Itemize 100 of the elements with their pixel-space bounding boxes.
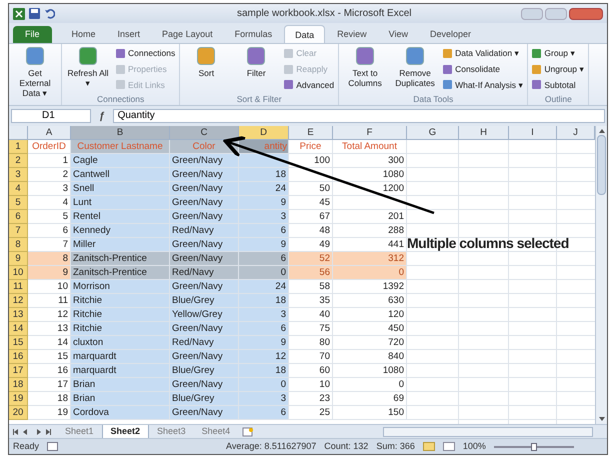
row-header[interactable]: 9 <box>9 252 28 266</box>
table-cell: Brian <box>71 392 170 406</box>
horizontal-scrollbar[interactable] <box>383 426 593 436</box>
sheet-tab[interactable]: Sheet2 <box>102 425 150 438</box>
table-cell: 56 <box>289 266 333 280</box>
save-icon[interactable] <box>29 8 40 19</box>
column-header[interactable]: H <box>459 126 509 140</box>
row-header[interactable]: 13 <box>9 308 28 322</box>
ribbon-button[interactable]: Remove Duplicates <box>393 47 438 88</box>
ribbon-group-label: Outline <box>544 93 573 105</box>
ribbon-button[interactable]: Data Validation ▾ <box>443 47 524 60</box>
table-cell: Green/Navy <box>170 168 239 182</box>
ribbon-tab[interactable]: Developer <box>420 25 482 43</box>
zoom-slider-thumb[interactable] <box>530 442 537 450</box>
table-cell: 24 <box>239 280 289 294</box>
column-header[interactable]: C <box>170 126 239 140</box>
row-header[interactable]: 16 <box>9 350 28 364</box>
ribbon-tab[interactable]: Formulas <box>224 25 282 43</box>
scroll-down-icon[interactable] <box>598 417 604 421</box>
row-header[interactable]: 19 <box>9 392 28 406</box>
column-header[interactable]: A <box>28 126 71 140</box>
row-header[interactable]: 4 <box>9 182 28 196</box>
table-cell: Zanitsch-Prentice <box>71 266 170 280</box>
column-header[interactable]: I <box>509 126 557 140</box>
row-header[interactable]: 7 <box>9 224 28 238</box>
tool-icon <box>356 47 374 65</box>
column-header[interactable]: J <box>557 126 595 140</box>
ribbon-button[interactable]: Group ▾ <box>532 47 584 60</box>
ribbon-button[interactable]: What-If Analysis ▾ <box>443 78 524 92</box>
ribbon-button[interactable]: Consolidate <box>443 62 524 76</box>
normal-view-icon[interactable] <box>422 442 435 451</box>
ribbon-button[interactable]: Get External Data ▾ <box>13 47 57 98</box>
row-header[interactable]: 3 <box>9 168 28 182</box>
ribbon-button[interactable]: Ungroup ▾ <box>532 62 584 76</box>
row-header[interactable]: 1 <box>9 140 28 154</box>
scroll-up-icon[interactable] <box>598 129 604 133</box>
row-header[interactable]: 18 <box>9 378 28 392</box>
ribbon-button[interactable]: Connections <box>116 47 176 60</box>
row-header[interactable]: 10 <box>9 266 28 280</box>
ribbon-button[interactable]: Filter <box>234 47 278 78</box>
column-header[interactable]: G <box>407 126 459 140</box>
minimize-button[interactable] <box>521 8 543 20</box>
row-header[interactable]: 11 <box>9 280 28 294</box>
maximize-button[interactable] <box>545 8 567 20</box>
table-cell: Morrison <box>71 280 170 294</box>
ribbon-tab[interactable]: Review <box>327 25 377 43</box>
sheet-tab[interactable]: Sheet1 <box>57 425 102 438</box>
select-all-corner[interactable] <box>9 126 28 140</box>
ribbon-button[interactable]: Refresh All ▾ <box>66 47 110 88</box>
table-cell: Green/Navy <box>170 280 239 294</box>
tool-icon <box>247 47 266 65</box>
name-box[interactable]: D1 <box>11 109 91 123</box>
column-header[interactable]: F <box>333 126 407 140</box>
ribbon-tab[interactable]: Insert <box>108 25 150 43</box>
status-sum: Sum: 366 <box>376 440 415 453</box>
page-layout-icon[interactable] <box>442 442 455 451</box>
column-header[interactable]: E <box>289 126 333 140</box>
table-cell: 0 <box>333 266 407 280</box>
tool-icon <box>79 47 97 65</box>
zoom-level[interactable]: 100% <box>462 440 486 454</box>
row-header[interactable]: 8 <box>9 238 28 252</box>
table-cell: Green/Navy <box>170 210 239 224</box>
macro-record-icon[interactable] <box>47 442 58 451</box>
row-header[interactable]: 15 <box>9 336 28 350</box>
row-header[interactable]: 6 <box>9 210 28 224</box>
row-header[interactable]: 12 <box>9 294 28 308</box>
file-tab[interactable]: File <box>13 26 52 43</box>
ribbon-tab[interactable]: Home <box>62 25 106 43</box>
table-cell: Green/Navy <box>170 322 239 336</box>
table-cell: 312 <box>333 252 407 266</box>
scroll-thumb[interactable] <box>597 135 606 195</box>
sheet-tab[interactable]: Sheet3 <box>149 425 194 438</box>
table-cell: marquardt <box>71 350 170 364</box>
table-cell: Green/Navy <box>170 252 239 266</box>
ribbon-button[interactable]: Text to Columns <box>343 47 388 88</box>
insert-function-button[interactable]: ƒ <box>95 108 109 124</box>
column-header[interactable]: B <box>71 126 170 140</box>
table-cell: Green/Navy <box>170 350 239 364</box>
close-button[interactable] <box>569 8 603 20</box>
row-header[interactable]: 17 <box>9 364 28 378</box>
ribbon-tab[interactable]: View <box>378 25 418 43</box>
ribbon-button[interactable]: Sort <box>184 47 228 78</box>
insert-sheet-icon[interactable] <box>242 426 254 436</box>
row-header[interactable]: 2 <box>9 154 28 168</box>
undo-icon[interactable] <box>44 8 55 19</box>
row-header[interactable]: 14 <box>9 322 28 336</box>
excel-logo-icon <box>13 8 25 20</box>
table-cell: 3 <box>239 210 289 224</box>
ribbon-button[interactable]: Subtotal <box>532 78 584 92</box>
formula-bar[interactable]: Quantity <box>112 109 605 123</box>
sheet-tab[interactable]: Sheet4 <box>194 425 238 438</box>
column-header[interactable]: D <box>239 126 289 140</box>
ribbon-tab[interactable]: Page Layout <box>152 25 223 43</box>
vertical-scrollbar[interactable] <box>595 126 607 424</box>
ribbon-tab[interactable]: Data <box>284 25 326 43</box>
row-header[interactable]: 20 <box>9 406 28 420</box>
table-cell: Blue/Grey <box>170 364 239 378</box>
row-header[interactable]: 5 <box>9 196 28 210</box>
ribbon-button[interactable]: Advanced <box>284 78 334 92</box>
sheet-navigation-icon[interactable] <box>13 428 53 434</box>
